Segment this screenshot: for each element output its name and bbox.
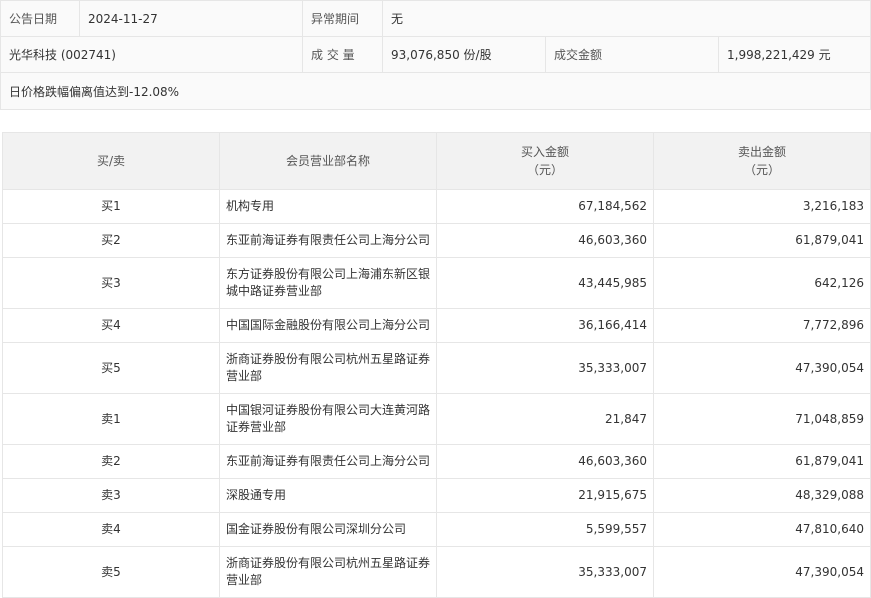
stock-name-code: 光华科技 (002741) xyxy=(0,36,303,73)
row-branch: 机构专用 xyxy=(219,189,437,224)
row-sell-amount: 7,772,896 xyxy=(653,308,871,343)
summary-table: 公告日期 2024-11-27 异常期间 无 光华科技 (002741) 成 交… xyxy=(0,0,871,110)
row-buy-amount: 21,847 xyxy=(436,393,654,445)
row-sell-amount: 47,390,054 xyxy=(653,546,871,598)
table-row: 买4 中国国际金融股份有限公司上海分公司 36,166,414 7,772,89… xyxy=(2,308,871,343)
branch-name: 东亚前海证券有限责任公司上海分公司 xyxy=(226,233,431,247)
table-row: 买3 东方证券股份有限公司上海浦东新区银城中路证券营业部 43,445,985 … xyxy=(2,257,871,309)
amount-label: 成交金额 xyxy=(545,36,719,73)
row-buy-amount: 35,333,007 xyxy=(436,342,654,394)
header-sell-amount: 卖出金额 （元） xyxy=(653,132,871,190)
row-branch: 浙商证券股份有限公司杭州五星路证券营业部 xyxy=(219,342,437,394)
row-side: 卖5 xyxy=(2,546,220,598)
table-row: 卖3 深股通专用 21,915,675 48,329,088 xyxy=(2,478,871,513)
row-side: 卖2 xyxy=(2,444,220,479)
row-branch: 浙商证券股份有限公司杭州五星路证券营业部 xyxy=(219,546,437,598)
row-sell-amount: 61,879,041 xyxy=(653,223,871,258)
table-row: 买2 东亚前海证券有限责任公司上海分公司 46,603,360 61,879,0… xyxy=(2,223,871,258)
row-buy-amount: 35,333,007 xyxy=(436,546,654,598)
row-sell-amount: 47,810,640 xyxy=(653,512,871,547)
table-row: 买1 机构专用 67,184,562 3,216,183 xyxy=(2,189,871,224)
row-branch: 深股通专用 xyxy=(219,478,437,513)
branch-name: 浙商证券股份有限公司杭州五星路证券营业部 xyxy=(226,556,431,587)
broker-detail-table: 买/卖 会员营业部名称 买入金额 （元） 卖出金额 （元） 买1 机构专用 67… xyxy=(2,132,871,598)
table-row: 卖5 浙商证券股份有限公司杭州五星路证券营业部 35,333,007 47,39… xyxy=(2,546,871,598)
header-buy-amount: 买入金额 （元） xyxy=(436,132,654,190)
row-branch: 东亚前海证券有限责任公司上海分公司 xyxy=(219,223,437,258)
period-label: 异常期间 xyxy=(302,0,383,37)
period-value: 无 xyxy=(382,0,871,37)
header-sell-title: 卖出金额 xyxy=(737,145,786,159)
row-buy-amount: 21,915,675 xyxy=(436,478,654,513)
row-branch: 东亚前海证券有限责任公司上海分公司 xyxy=(219,444,437,479)
row-side: 买1 xyxy=(2,189,220,224)
table-row: 卖1 中国银河证券股份有限公司大连黄河路证券营业部 21,847 71,048,… xyxy=(2,393,871,445)
row-buy-amount: 67,184,562 xyxy=(436,189,654,224)
row-buy-amount: 5,599,557 xyxy=(436,512,654,547)
header-sell-unit: （元） xyxy=(743,163,780,177)
row-buy-amount: 46,603,360 xyxy=(436,444,654,479)
listing-reason: 日价格跌幅偏离值达到-12.08% xyxy=(0,72,871,110)
row-sell-amount: 71,048,859 xyxy=(653,393,871,445)
row-sell-amount: 3,216,183 xyxy=(653,189,871,224)
row-sell-amount: 47,390,054 xyxy=(653,342,871,394)
summary-row-2: 光华科技 (002741) 成 交 量 93,076,850 份/股 成交金额 … xyxy=(0,36,871,73)
branch-name: 东方证券股份有限公司上海浦东新区银城中路证券营业部 xyxy=(226,267,431,298)
table-row: 卖2 东亚前海证券有限责任公司上海分公司 46,603,360 61,879,0… xyxy=(2,444,871,479)
volume-label: 成 交 量 xyxy=(302,36,383,73)
row-branch: 中国国际金融股份有限公司上海分公司 xyxy=(219,308,437,343)
table-row: 买5 浙商证券股份有限公司杭州五星路证券营业部 35,333,007 47,39… xyxy=(2,342,871,394)
row-branch: 中国银河证券股份有限公司大连黄河路证券营业部 xyxy=(219,393,437,445)
row-sell-amount: 48,329,088 xyxy=(653,478,871,513)
row-side: 买4 xyxy=(2,308,220,343)
volume-value: 93,076,850 份/股 xyxy=(382,36,546,73)
branch-name: 国金证券股份有限公司深圳分公司 xyxy=(226,522,407,536)
header-branch: 会员营业部名称 xyxy=(219,132,437,190)
row-side: 买2 xyxy=(2,223,220,258)
header-side: 买/卖 xyxy=(2,132,220,190)
branch-name: 机构专用 xyxy=(226,199,275,213)
row-branch: 国金证券股份有限公司深圳分公司 xyxy=(219,512,437,547)
branch-name: 中国银河证券股份有限公司大连黄河路证券营业部 xyxy=(226,403,431,434)
row-side: 卖1 xyxy=(2,393,220,445)
header-buy-unit: （元） xyxy=(526,163,563,177)
branch-name: 深股通专用 xyxy=(226,488,287,502)
row-buy-amount: 43,445,985 xyxy=(436,257,654,309)
header-buy-title: 买入金额 xyxy=(520,145,569,159)
row-side: 买5 xyxy=(2,342,220,394)
row-branch: 东方证券股份有限公司上海浦东新区银城中路证券营业部 xyxy=(219,257,437,309)
row-sell-amount: 642,126 xyxy=(653,257,871,309)
row-buy-amount: 46,603,360 xyxy=(436,223,654,258)
branch-name: 浙商证券股份有限公司杭州五星路证券营业部 xyxy=(226,352,431,383)
row-buy-amount: 36,166,414 xyxy=(436,308,654,343)
table-row: 卖4 国金证券股份有限公司深圳分公司 5,599,557 47,810,640 xyxy=(2,512,871,547)
amount-value: 1,998,221,429 元 xyxy=(718,36,871,73)
table-header-row: 买/卖 会员营业部名称 买入金额 （元） 卖出金额 （元） xyxy=(2,132,871,190)
branch-name: 中国国际金融股份有限公司上海分公司 xyxy=(226,318,431,332)
date-value: 2024-11-27 xyxy=(79,0,303,37)
summary-row-1: 公告日期 2024-11-27 异常期间 无 xyxy=(0,0,871,37)
branch-name: 东亚前海证券有限责任公司上海分公司 xyxy=(226,454,431,468)
row-side: 买3 xyxy=(2,257,220,309)
date-label: 公告日期 xyxy=(0,0,80,37)
row-sell-amount: 61,879,041 xyxy=(653,444,871,479)
row-side: 卖3 xyxy=(2,478,220,513)
row-side: 卖4 xyxy=(2,512,220,547)
summary-row-3: 日价格跌幅偏离值达到-12.08% xyxy=(0,72,871,110)
